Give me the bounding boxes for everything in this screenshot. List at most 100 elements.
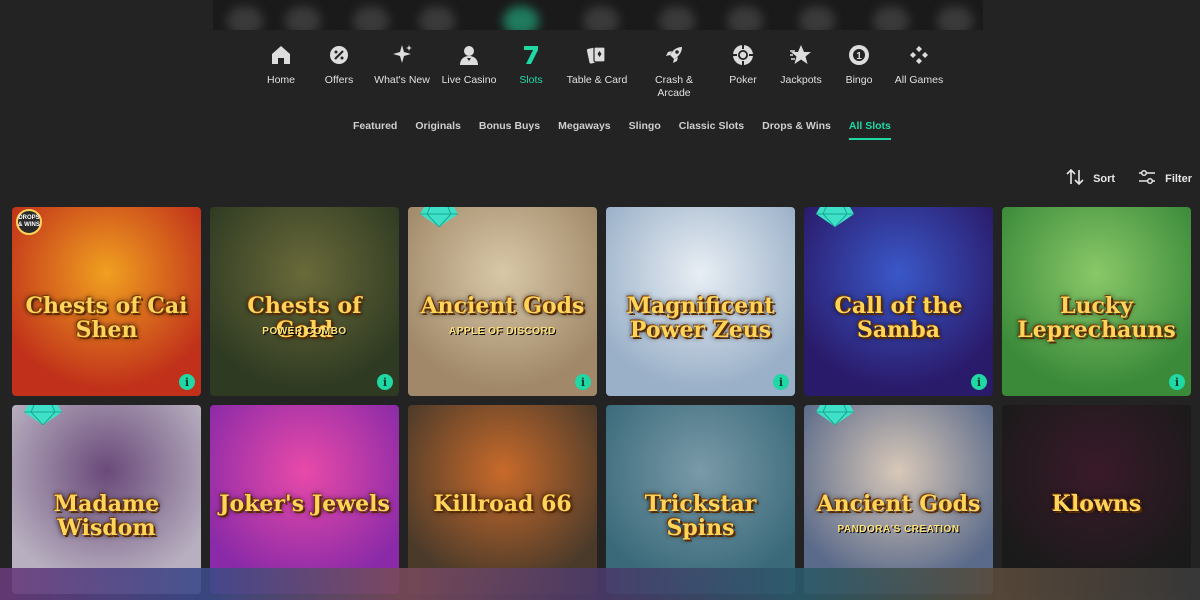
diamond-gem-icon [420, 207, 458, 228]
nav-item-label: All Games [894, 74, 944, 86]
bingo-ball-icon: 1 [844, 40, 874, 70]
sort-label: Sort [1093, 172, 1116, 185]
game-title: Klowns [1051, 490, 1142, 517]
sort-icon [1065, 167, 1085, 190]
nav-item-label: Table & Card [566, 74, 628, 86]
game-title: Madame Wisdom [53, 490, 160, 541]
nav-item-label: Offers [324, 74, 354, 86]
blurred-icon [659, 6, 695, 30]
nav-item-label: Crash & Arcade [655, 74, 693, 99]
filter-icon [1137, 167, 1157, 190]
game-subtitle: POWER COMBO [262, 326, 347, 338]
blurred-icon [937, 6, 973, 30]
percent-badge-icon [324, 40, 354, 70]
game-title: Chests of Cai Shen [25, 292, 188, 343]
info-icon[interactable]: i [971, 374, 987, 390]
game-tile[interactable]: Call of the Samba i [804, 207, 993, 396]
game-tile[interactable]: Madame Wisdom [12, 405, 201, 594]
subnav-tab-all-slots[interactable]: All Slots [848, 120, 891, 140]
game-title: Ancient Gods [420, 292, 585, 319]
nav-item-live-casino[interactable]: Live Casino [436, 40, 502, 100]
game-title: Joker's Jewels [219, 490, 390, 517]
category-nav: Home Offers What's New Live Casino Slots Tabl… [252, 40, 950, 100]
info-icon[interactable]: i [1169, 374, 1185, 390]
blurred-icon [227, 6, 263, 30]
subnav-tab-originals[interactable]: Originals [415, 120, 461, 140]
game-grid: Chests of Cai Shen DROPS & WINS i Chests of… [12, 207, 1191, 594]
nav-item-bingo[interactable]: 1 Bingo [830, 40, 888, 100]
game-subtitle: PANDORA'S CREATION [837, 524, 960, 536]
info-icon[interactable]: i [179, 374, 195, 390]
nav-item-label: Live Casino [441, 74, 497, 86]
diamond-gem-icon [816, 405, 854, 426]
nav-item-poker[interactable]: Poker [714, 40, 772, 100]
playing-cards-icon [582, 40, 612, 70]
toolbar: Sort Filter [1065, 167, 1192, 190]
nav-item-what-s-new[interactable]: What's New [368, 40, 436, 100]
game-title: Killroad 66 [433, 490, 572, 517]
sort-button[interactable]: Sort [1065, 167, 1115, 190]
nav-item-slots[interactable]: Slots [502, 40, 560, 100]
poker-chip-icon [728, 40, 758, 70]
game-tile[interactable]: Klowns [1002, 405, 1191, 594]
game-tile[interactable]: Chests of Gold POWER COMBO i [210, 207, 399, 396]
subnav-tab-bonus-buys[interactable]: Bonus Buys [479, 120, 540, 140]
nav-item-label: Poker [729, 74, 757, 86]
game-tile[interactable]: Lucky Leprechauns i [1002, 207, 1191, 396]
game-tile[interactable]: Killroad 66 [408, 405, 597, 594]
blurred-icon [583, 6, 619, 30]
subnav-tab-megaways[interactable]: Megaways [558, 120, 611, 140]
filter-button[interactable]: Filter [1137, 167, 1192, 190]
seven-icon [516, 40, 546, 70]
blurred-icon [503, 6, 539, 30]
nav-item-crash-arcade[interactable]: Crash & Arcade [634, 40, 714, 100]
game-title: Magnificent Power Zeus [626, 292, 775, 343]
subnav-tab-featured[interactable]: Featured [353, 120, 397, 140]
diamond-gem-icon [816, 207, 854, 228]
nav-item-label: Home [266, 74, 295, 86]
dealer-icon [454, 40, 484, 70]
info-icon[interactable]: i [575, 374, 591, 390]
slots-subnav: Featured Originals Bonus Buys Megaways Sling… [353, 120, 891, 140]
nav-item-all-games[interactable]: All Games [888, 40, 950, 100]
game-title: Trickstar Spins [644, 490, 757, 541]
game-tile[interactable]: Ancient Gods PANDORA'S CREATION [804, 405, 993, 594]
info-icon[interactable]: i [773, 374, 789, 390]
top-promo-strip [213, 0, 983, 30]
nav-item-label: What's New [374, 74, 430, 86]
game-tile[interactable]: Magnificent Power Zeus i [606, 207, 795, 396]
star-icon [786, 40, 816, 70]
blurred-icon [727, 6, 763, 30]
subnav-tab-drops-wins[interactable]: Drops & Wins [762, 120, 831, 140]
blurred-icon [419, 6, 455, 30]
blurred-icon [799, 6, 835, 30]
drops-wins-badge: DROPS & WINS [16, 209, 42, 235]
nav-item-label: Bingo [845, 74, 873, 86]
game-subtitle: APPLE OF DISCORD [449, 326, 556, 338]
nav-item-jackpots[interactable]: Jackpots [772, 40, 830, 100]
svg-text:1: 1 [856, 51, 862, 62]
diamond-gem-icon [24, 405, 62, 426]
blurred-icon [873, 6, 909, 30]
filter-label: Filter [1165, 172, 1192, 185]
subnav-tab-classic-slots[interactable]: Classic Slots [679, 120, 744, 140]
nav-item-table-card[interactable]: Table & Card [560, 40, 634, 100]
subnav-tab-slingo[interactable]: Slingo [629, 120, 661, 140]
sparkles-icon [387, 40, 417, 70]
game-tile[interactable]: Ancient Gods APPLE OF DISCORD i [408, 207, 597, 396]
nav-item-home[interactable]: Home [252, 40, 310, 100]
nav-item-offers[interactable]: Offers [310, 40, 368, 100]
info-icon[interactable]: i [377, 374, 393, 390]
game-tile[interactable]: Chests of Cai Shen DROPS & WINS i [12, 207, 201, 396]
home-icon [266, 40, 296, 70]
game-title: Ancient Gods [816, 490, 981, 517]
bottom-blurred-strip [0, 568, 1200, 600]
blurred-icon [353, 6, 389, 30]
rocket-icon [659, 40, 689, 70]
nav-item-label: Slots [519, 74, 543, 86]
game-title: Call of the Samba [834, 292, 963, 343]
game-tile[interactable]: Joker's Jewels [210, 405, 399, 594]
blurred-icon [285, 6, 321, 30]
nav-item-label: Jackpots [780, 74, 822, 86]
game-tile[interactable]: Trickstar Spins [606, 405, 795, 594]
